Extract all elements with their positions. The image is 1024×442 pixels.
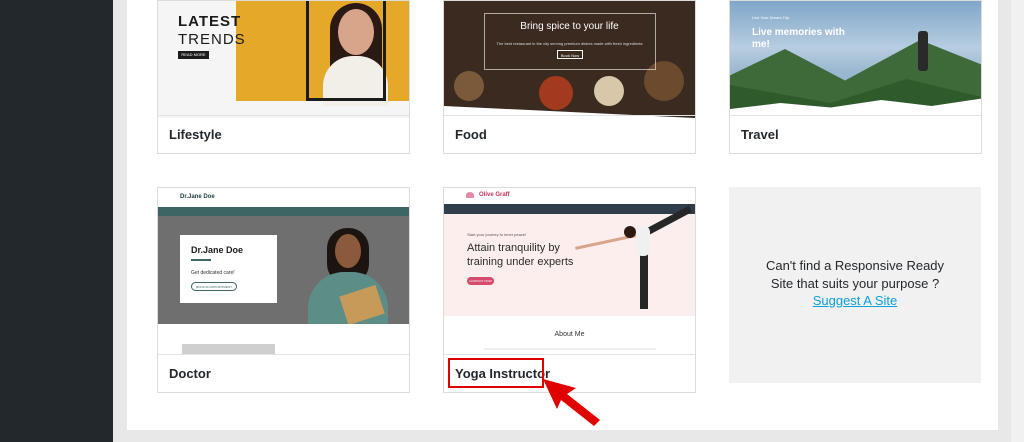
preview-button: CONTACT NOW xyxy=(467,277,494,285)
preview-subtitle: The best restaurant in the city serving … xyxy=(496,41,643,46)
preview-about-text xyxy=(484,348,656,350)
scrollbar[interactable] xyxy=(1011,0,1024,442)
lotus-icon xyxy=(466,192,474,198)
suggest-site-link[interactable]: Suggest A Site xyxy=(729,293,981,308)
template-preview[interactable]: Dr.Jane Doe Dr.Jane Doe Get dedicated ca… xyxy=(158,188,409,356)
preview-heading: Bring spice to your life xyxy=(520,21,619,32)
preview-dish xyxy=(539,76,573,110)
template-card-lifestyle[interactable]: LATEST TRENDS READ MORE Lifestyle xyxy=(157,0,410,154)
template-preview[interactable]: Olive Graff Start your journey to inner … xyxy=(444,188,695,356)
preview-nav xyxy=(158,207,409,216)
preview-about-heading: About Me xyxy=(554,331,585,338)
preview-button: Book Now xyxy=(557,50,583,59)
admin-sidebar xyxy=(0,0,113,442)
preview-tagline: Live Your Dream Trip xyxy=(752,15,790,20)
preview-button: READ MORE xyxy=(178,51,209,59)
preview-heading: LATEST xyxy=(178,13,242,30)
template-card-food[interactable]: Bring spice to your life The best restau… xyxy=(443,0,696,154)
preview-yogi-standing-leg xyxy=(640,253,648,309)
template-title[interactable]: Food xyxy=(444,115,695,153)
preview-nav xyxy=(444,204,695,214)
highlight-box xyxy=(448,358,544,388)
template-preview[interactable]: LATEST TRENDS READ MORE xyxy=(158,1,409,118)
preview-tagline: Start your journey to inner peace! xyxy=(467,232,527,237)
preview-image-strip xyxy=(182,344,275,354)
template-title[interactable]: Travel xyxy=(730,115,981,153)
preview-heading: Dr.Jane Doe xyxy=(191,245,244,255)
template-preview[interactable]: Bring spice to your life The best restau… xyxy=(444,1,695,118)
preview-accent-line xyxy=(191,259,211,261)
preview-subtitle: Get dedicated care! xyxy=(191,270,235,276)
preview-heading: Live memories with me! xyxy=(752,27,845,50)
preview-dish xyxy=(454,71,484,101)
suggest-site-box: Can't find a Responsive Ready Site that … xyxy=(729,187,981,383)
suggest-site-text: Can't find a Responsive Ready Site that … xyxy=(765,258,945,291)
preview-plate xyxy=(594,76,624,106)
preview-subheading: TRENDS xyxy=(178,31,246,48)
preview-hiker xyxy=(918,31,928,71)
preview-yogi-head xyxy=(624,226,636,238)
preview-logo: Olive Graff xyxy=(479,192,510,198)
preview-heading: Attain tranquility by training under exp… xyxy=(467,242,574,268)
template-title[interactable]: Lifestyle xyxy=(158,115,409,153)
preview-logo: Dr.Jane Doe xyxy=(180,194,215,200)
preview-button: BOOK AN APPOINTMENT xyxy=(191,282,237,291)
pointer-arrow-icon xyxy=(543,379,600,426)
preview-frame xyxy=(306,1,386,101)
preview-yogi-body xyxy=(636,226,650,256)
template-title[interactable]: Doctor xyxy=(158,354,409,392)
template-preview[interactable]: Live Your Dream Trip Live memories with … xyxy=(730,1,981,118)
template-card-travel[interactable]: Live Your Dream Trip Live memories with … xyxy=(729,0,982,154)
template-card-doctor[interactable]: Dr.Jane Doe Dr.Jane Doe Get dedicated ca… xyxy=(157,187,410,393)
preview-doctor-face xyxy=(335,234,361,268)
